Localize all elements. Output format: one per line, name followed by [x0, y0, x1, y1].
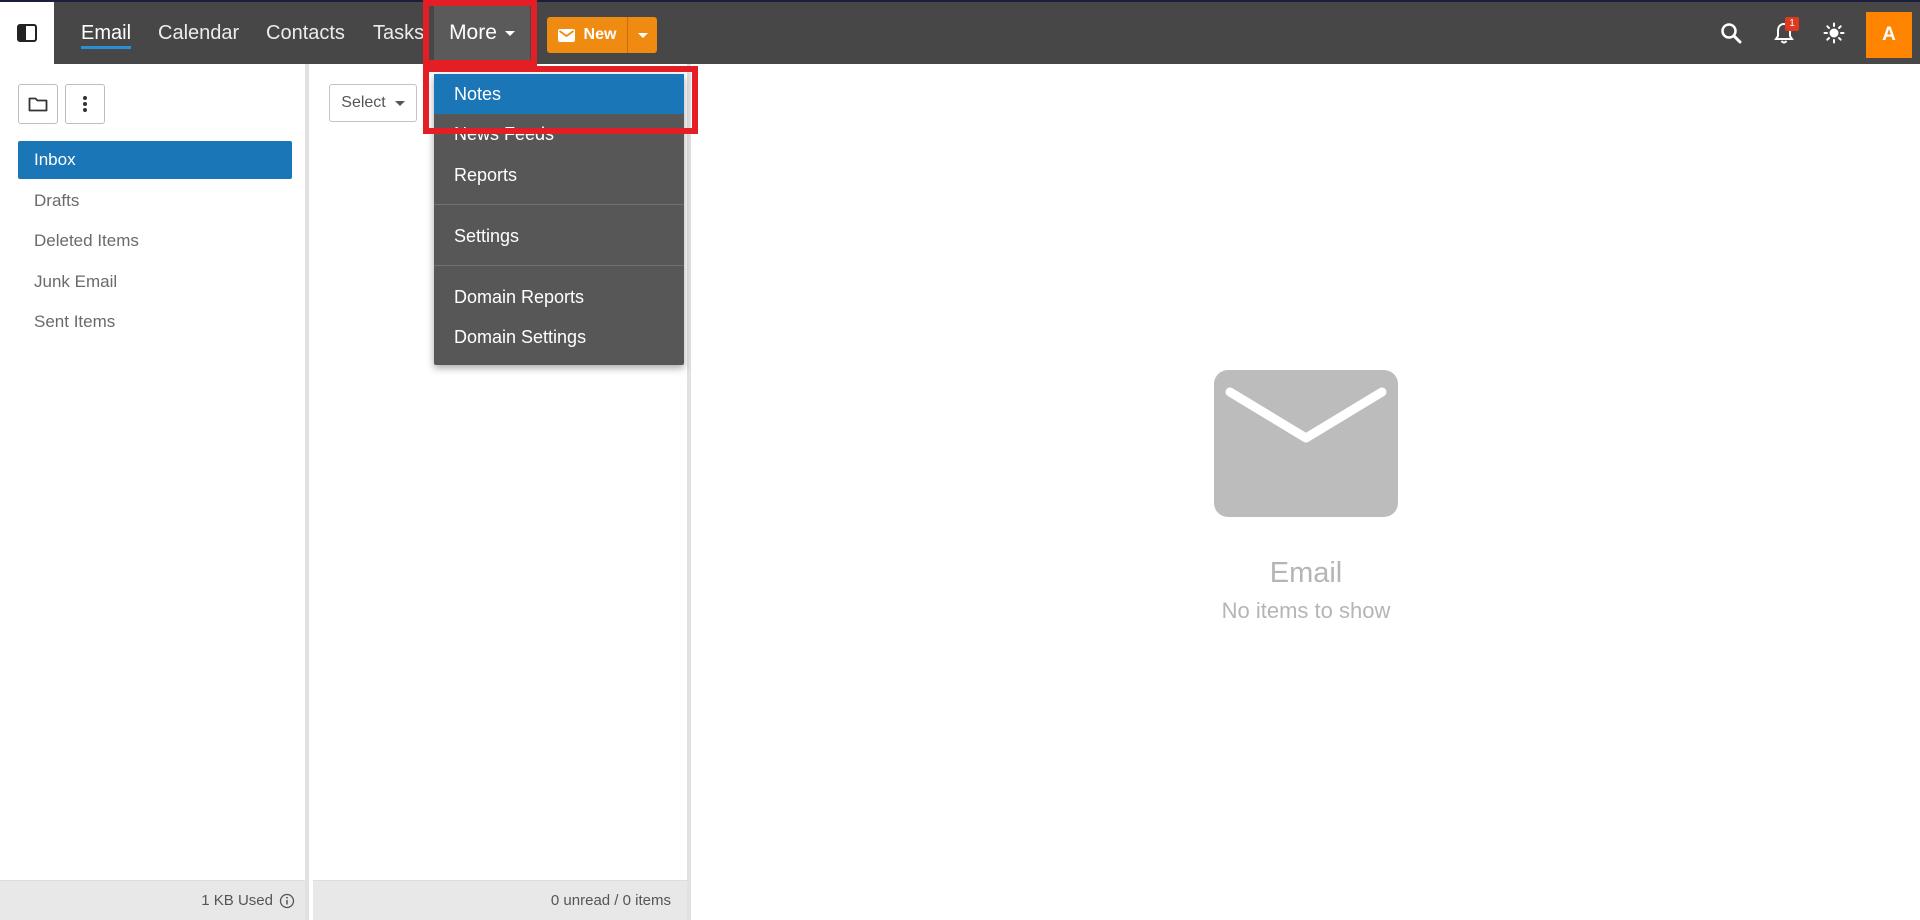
- folder-item-sent-items[interactable]: Sent Items: [18, 303, 292, 341]
- info-icon[interactable]: [279, 893, 295, 909]
- more-vertical-icon: [83, 96, 87, 112]
- folder-item-junk-email[interactable]: Junk Email: [18, 263, 292, 301]
- select-dropdown-button[interactable]: Select: [329, 84, 417, 122]
- menu-divider: [434, 265, 684, 266]
- nav-tab-contacts[interactable]: Contacts: [266, 2, 345, 64]
- select-label: Select: [341, 94, 386, 111]
- sidebar-toggle-button[interactable]: [0, 2, 54, 64]
- chevron-down-icon: [504, 30, 515, 36]
- envelope-icon: [1214, 370, 1398, 517]
- notification-count-badge: 1: [1785, 17, 1799, 31]
- chevron-down-icon: [394, 100, 405, 106]
- chevron-down-icon: [637, 32, 648, 38]
- menu-divider: [434, 204, 684, 205]
- nav-tab-contacts-label: Contacts: [266, 22, 345, 44]
- sidebar-toggle-icon: [17, 24, 37, 42]
- storage-used-text: 1 KB Used: [201, 892, 273, 909]
- nav-tab-tasks-label: Tasks: [373, 22, 425, 44]
- folder-pane: Inbox Drafts Deleted Items Junk Email Se…: [0, 64, 309, 920]
- new-dropdown-toggle[interactable]: [627, 17, 657, 53]
- nav-tab-calendar-label: Calendar: [158, 22, 240, 44]
- notifications-button[interactable]: 1: [1767, 16, 1801, 50]
- reading-pane-empty-state: Email No items to show: [1114, 370, 1498, 624]
- folder-options-button[interactable]: [65, 84, 105, 124]
- search-button[interactable]: [1714, 16, 1748, 50]
- folder-item-inbox[interactable]: Inbox: [18, 141, 292, 179]
- nav-tab-email[interactable]: Email: [81, 2, 132, 64]
- theme-sun-icon: [1823, 22, 1845, 44]
- new-button-group: New: [547, 17, 657, 53]
- folder-item-drafts[interactable]: Drafts: [18, 182, 292, 220]
- nav-more-menu-button[interactable]: More: [434, 2, 530, 64]
- folder-view-button[interactable]: [18, 84, 58, 124]
- envelope-icon: [557, 28, 575, 42]
- menu-item-domain-settings[interactable]: Domain Settings: [434, 317, 684, 357]
- nav-tab-calendar[interactable]: Calendar: [158, 2, 239, 64]
- empty-state-title: Email: [1269, 557, 1343, 589]
- new-button-label: New: [583, 26, 617, 43]
- new-email-button[interactable]: New: [547, 17, 627, 53]
- menu-item-notes[interactable]: Notes: [434, 74, 684, 114]
- envelope-flap-icon: [1225, 387, 1387, 443]
- menu-item-domain-reports[interactable]: Domain Reports: [434, 277, 684, 317]
- empty-state-subtitle: No items to show: [1221, 598, 1391, 623]
- search-icon: [1721, 23, 1742, 44]
- nav-more-label: More: [449, 21, 497, 44]
- menu-item-news-feeds[interactable]: News Feeds: [434, 114, 684, 154]
- storage-footer: 1 KB Used: [0, 880, 305, 920]
- nav-tab-email-label: Email: [81, 22, 132, 49]
- avatar-initial: A: [1882, 24, 1896, 45]
- nav-tab-tasks[interactable]: Tasks: [373, 2, 424, 64]
- list-footer: 0 unread / 0 items: [313, 880, 687, 920]
- user-avatar-button[interactable]: A: [1866, 12, 1912, 58]
- menu-item-reports[interactable]: Reports: [434, 155, 684, 195]
- unread-count-text: 0 unread / 0 items: [550, 892, 671, 909]
- top-navigation-bar: Email Calendar Contacts Tasks More New 1…: [0, 0, 1920, 64]
- folder-item-deleted-items[interactable]: Deleted Items: [18, 222, 292, 260]
- menu-item-settings[interactable]: Settings: [434, 216, 684, 256]
- folder-icon: [28, 97, 48, 112]
- theme-toggle-button[interactable]: [1817, 16, 1851, 50]
- more-dropdown-menu: Notes News Feeds Reports Settings Domain…: [434, 74, 684, 365]
